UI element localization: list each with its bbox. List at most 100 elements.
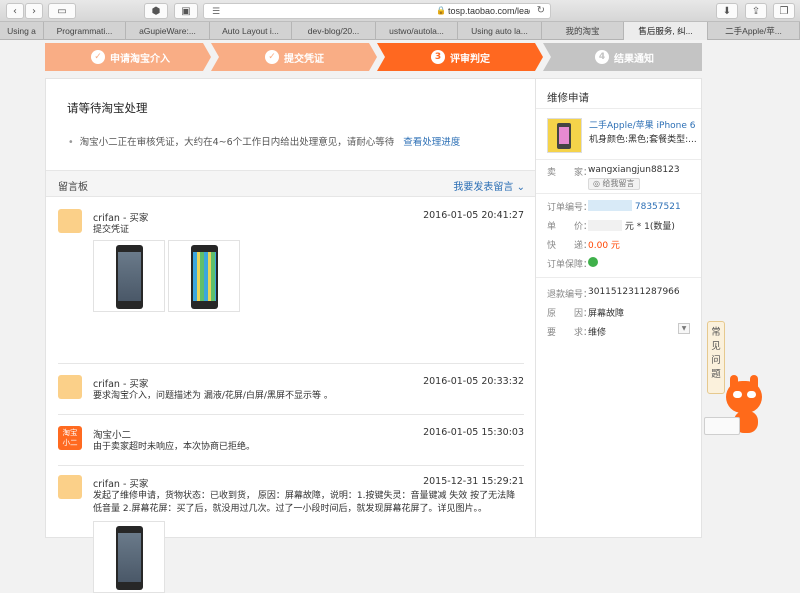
unit-price-value: 元 * 1(数量) [588,219,675,232]
tab-3[interactable]: Auto Layout i... [210,22,292,40]
reason-value: 屏幕故障 [588,309,625,319]
progress-steps: ✓ 申请淘宝介入 ✓ 提交凭证 3 评审判定 4 结果通知 [45,43,702,71]
tab-4[interactable]: dev-blog/20... [292,22,376,40]
divider [536,277,701,278]
post-message-label: 我要发表留言 [453,182,514,193]
expand-dropdown-button[interactable]: ▼ [678,323,690,334]
check-icon: ✓ [91,50,105,64]
leave-message-button[interactable]: ◎ 给我留言 [588,178,640,190]
faq-label: 见 [711,341,721,352]
reload-icon[interactable]: ↻ [537,5,545,16]
product-attributes: 机身颜色:黑色;套餐类型:... [589,135,697,145]
message-text: 由于卖家超时未响应，本次协商已拒绝。 [93,442,256,452]
step-label: 申请淘宝介入 [110,53,170,65]
seller-name: wangxiangjun88123 [588,165,680,175]
sidebar-icon: ▭ [57,5,67,17]
message-board-title: 留言板 [58,182,88,193]
forward-button[interactable]: › [25,3,43,19]
post-message-link[interactable]: 我要发表留言 ⌄ [453,178,525,193]
share-button[interactable]: ⇪ [745,3,767,19]
message-text: 提交凭证 [93,225,130,235]
redacted-block [588,220,622,231]
shipping-fee: 0.00 元 [588,241,620,251]
faq-label: 问 [711,355,721,366]
message-time: 2015-12-31 15:29:21 [423,476,524,487]
seller-row: 卖 家： wangxiangjun88123 ◎ 给我留言 [547,165,697,191]
refund-number-label: 退款编号： [547,290,593,300]
chat-icon: ◎ [593,179,600,188]
message-time: 2016-01-05 20:33:32 [423,376,524,387]
tab-5[interactable]: ustwo/autola... [376,22,458,40]
product-name-link[interactable]: 二手Apple/苹果 iPhone 6 ... [589,118,699,131]
message-author: crifan - 买家 [93,213,149,224]
sidebar-toggle-button[interactable]: ▭ [48,3,76,19]
page-content: ✓ 申请淘宝介入 ✓ 提交凭证 3 评审判定 4 结果通知 请等待淘宝处理 • … [0,40,800,593]
step-label: 结果通知 [614,53,654,65]
tabs-icon: ❐ [779,5,789,17]
seller-label: 卖 家： [547,168,593,178]
step-number: 4 [595,50,609,64]
avatar [58,209,82,233]
faq-label: 常 [711,327,721,338]
divider [536,159,701,160]
mascot-icon[interactable] [704,375,766,435]
avatar [58,375,82,399]
reason-label: 原 因： [547,309,593,319]
square-icon: ▣ [181,5,191,17]
phone-photo [116,245,143,309]
tab-8-active[interactable]: 售后服务, 纠... [624,22,708,40]
extension-button[interactable]: ⬢ [144,3,168,19]
order-number-value: 78357521 [634,202,681,212]
tab-0[interactable]: Using a [0,22,44,40]
request-value: 维修 [588,328,607,338]
tab-2[interactable]: aGupieWare:... [126,22,210,40]
puzzle-icon: ⬢ [151,5,161,17]
order-number-label: 订单编号： [547,203,593,213]
chevron-right-icon: › [32,5,36,17]
status-notice: • 淘宝小二正在审核凭证，大约在4~6个工作日内给出处理意见，请耐心等待 查看处… [68,134,460,148]
order-number-link[interactable]: 78357521 [588,200,681,212]
message-item: crifan - 买家 2016-01-05 20:41:27 提交凭证 [58,209,524,319]
divider [536,193,701,194]
divider [58,414,524,415]
evidence-image[interactable] [93,521,165,593]
chevron-left-icon: ‹ [13,5,17,17]
phone-photo [191,245,218,309]
shield-icon[interactable] [588,257,598,267]
message-board-header: 留言板 我要发表留言 ⌄ [46,170,535,197]
tab-9[interactable]: 二手Apple/苹... [708,22,800,40]
divider [536,108,701,109]
tab-7[interactable]: 我的淘宝 [542,22,624,40]
divider [58,465,524,466]
reader-button[interactable]: ▣ [174,3,198,19]
product-image[interactable] [547,118,582,153]
message-item: 淘宝 小二 淘宝小二 2016-01-05 15:30:03 由于卖家超时未响应… [58,426,524,456]
leave-message-label: 给我留言 [602,179,635,188]
avatar [58,475,82,499]
address-bar[interactable]: ☰ 🔒 tosp.taobao.com/leader/buyer_detail.… [203,3,551,19]
guarantee-value [588,257,598,269]
tab-6[interactable]: Using auto la... [458,22,542,40]
downloads-button[interactable]: ⬇ [716,3,738,19]
unit-price-label: 单 价： [547,222,593,232]
step-submit-evidence: ✓ 提交凭证 [211,43,377,71]
view-progress-link[interactable]: 查看处理进度 [403,137,460,148]
guarantee-label: 订单保障： [547,260,593,270]
unit-price-text: 元 * 1(数量) [624,222,675,232]
divider [58,363,524,364]
url-text: tosp.taobao.com/leader/buyer_detail.htm?… [448,6,530,16]
avatar-label: 淘宝 [62,428,78,437]
message-item: crifan - 买家 2015-12-31 15:29:21 发起了维修申请，… [58,475,524,593]
evidence-image[interactable] [93,240,165,312]
request-label: 要 求： [547,328,593,338]
tab-1[interactable]: Programmati... [44,22,126,40]
step-number: 3 [431,50,445,64]
step-review: 3 评审判定 [377,43,543,71]
evidence-image[interactable] [168,240,240,312]
page-title: 请等待淘宝处理 [67,101,148,115]
tabs-overview-button[interactable]: ❐ [773,3,795,19]
download-icon: ⬇ [722,5,732,17]
tab-bar: Using a Programmati... aGupieWare:... Au… [0,22,800,40]
share-icon: ⇪ [751,5,761,17]
back-button[interactable]: ‹ [6,3,24,19]
